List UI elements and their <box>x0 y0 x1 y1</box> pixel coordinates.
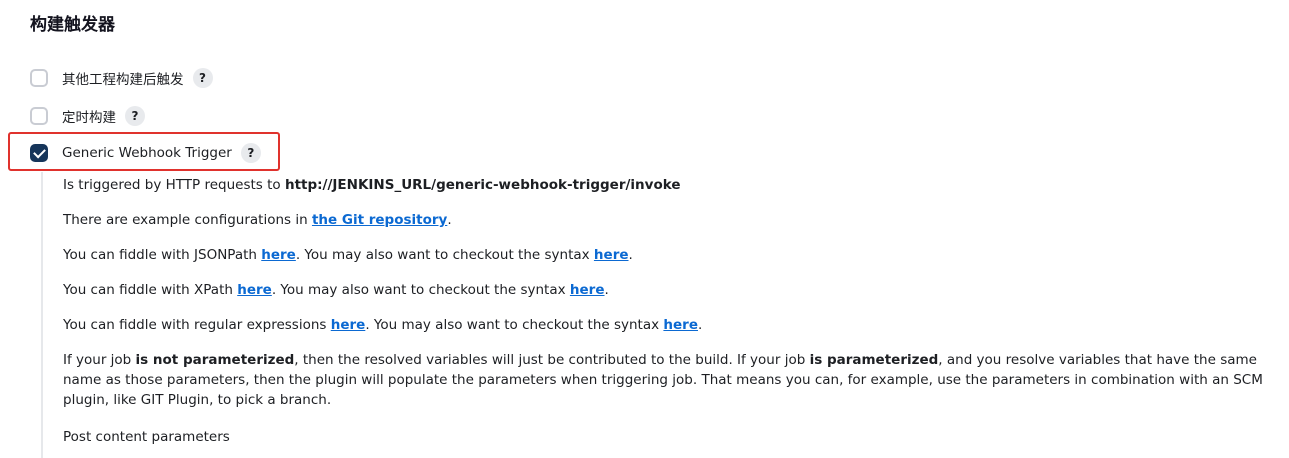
xpath-description: You can fiddle with XPath here. You may … <box>63 282 609 298</box>
trigger-row-build-after-other-projects[interactable]: 其他工程构建后触发 ? <box>30 67 213 89</box>
generic-webhook-trigger-details: Is triggered by HTTP requests to http://… <box>41 172 1283 458</box>
build-after-other-projects-checkbox[interactable] <box>30 69 48 87</box>
git-repository-link[interactable]: the Git repository <box>312 212 447 228</box>
regex-description: You can fiddle with regular expressions … <box>63 317 703 333</box>
invoke-url-description: Is triggered by HTTP requests to http://… <box>63 177 681 193</box>
regex-syntax-link[interactable]: here <box>663 317 698 333</box>
help-icon[interactable]: ? <box>125 106 145 126</box>
jsonpath-syntax-link[interactable]: here <box>594 247 629 263</box>
help-icon[interactable]: ? <box>192 68 213 88</box>
build-after-other-projects-label[interactable]: 其他工程构建后触发 <box>62 68 184 88</box>
jsonpath-fiddle-link[interactable]: here <box>261 247 296 263</box>
jsonpath-description: You can fiddle with JSONPath here. You m… <box>63 247 633 263</box>
invoke-url: http://JENKINS_URL/generic-webhook-trigg… <box>284 177 681 193</box>
regex-fiddle-link[interactable]: here <box>331 317 366 333</box>
parameterized-description: If your job is not parameterized, then t… <box>63 352 1263 408</box>
xpath-fiddle-link[interactable]: here <box>237 282 272 298</box>
post-content-parameters-label: Post content parameters <box>63 429 230 445</box>
trigger-row-build-periodically[interactable]: 定时构建 ? <box>30 105 145 127</box>
build-periodically-label[interactable]: 定时构建 <box>62 106 116 126</box>
xpath-syntax-link[interactable]: here <box>570 282 605 298</box>
highlight-annotation-box <box>8 132 280 171</box>
section-title: 构建触发器 <box>30 15 115 35</box>
example-config-description: There are example configurations in the … <box>63 212 452 228</box>
build-periodically-checkbox[interactable] <box>30 107 48 125</box>
